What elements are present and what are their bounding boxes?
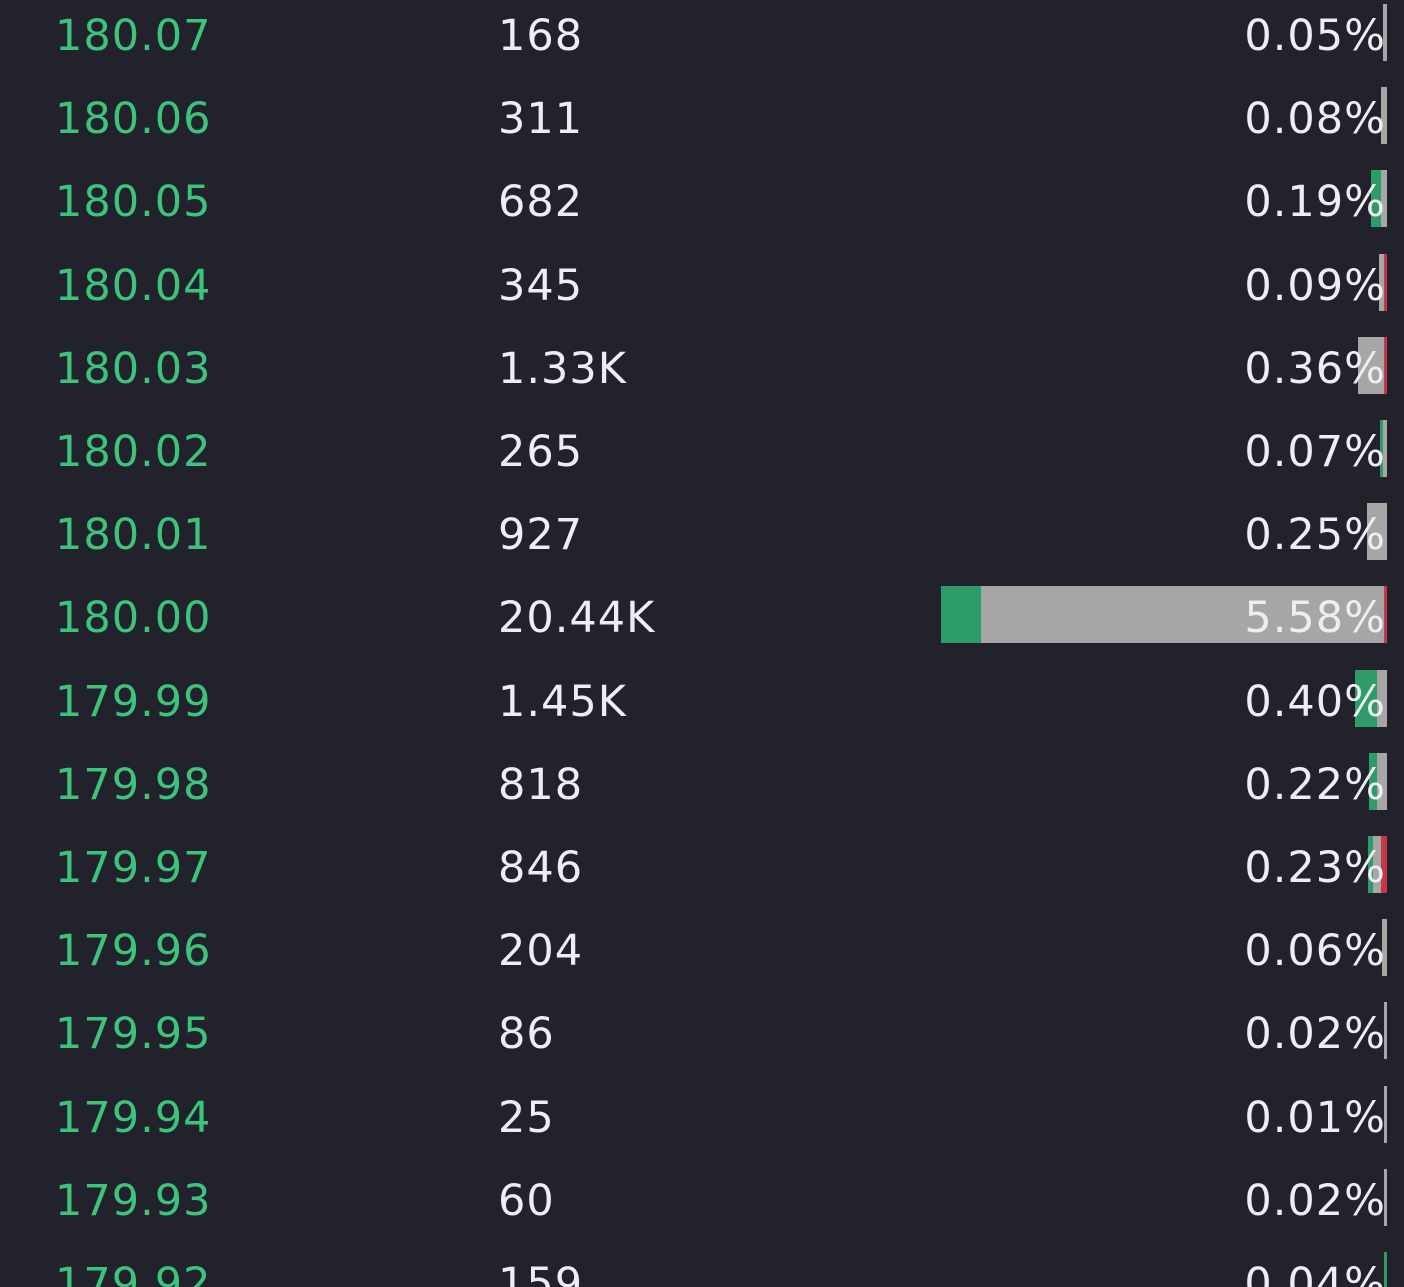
price-cell: 179.93 [55, 1176, 212, 1226]
price-cell: 179.95 [55, 1009, 212, 1059]
price-cell: 180.06 [55, 94, 212, 144]
order-book-row[interactable]: 179.98 818 0.22% [0, 749, 1404, 832]
order-book-row[interactable]: 179.97 846 0.23% [0, 832, 1404, 915]
volume-cell: 927 [498, 510, 584, 560]
order-book-row[interactable]: 179.95 86 0.02% [0, 998, 1404, 1081]
order-book-row[interactable]: 180.04 345 0.09% [0, 250, 1404, 333]
price-cell: 179.94 [55, 1093, 212, 1143]
order-book-row[interactable]: 180.07 168 0.05% [0, 0, 1404, 83]
order-book-row[interactable]: 179.93 60 0.02% [0, 1165, 1404, 1248]
volume-cell: 265 [498, 427, 584, 477]
percent-cell: 0.06% [1244, 926, 1386, 976]
volume-cell: 204 [498, 926, 584, 976]
order-book-row[interactable]: 180.01 927 0.25% [0, 499, 1404, 582]
order-book-row[interactable]: 180.00 20.44K 5.58% [0, 582, 1404, 665]
order-book-row[interactable]: 180.03 1.33K 0.36% [0, 333, 1404, 416]
volume-cell: 1.45K [498, 677, 627, 727]
volume-cell: 1.33K [498, 344, 627, 394]
volume-cell: 60 [498, 1176, 555, 1226]
volume-cell: 86 [498, 1009, 555, 1059]
order-book-row[interactable]: 179.94 25 0.01% [0, 1082, 1404, 1165]
order-book-row[interactable]: 180.02 265 0.07% [0, 416, 1404, 499]
volume-cell: 168 [498, 11, 584, 61]
volume-cell: 311 [498, 94, 584, 144]
percent-cell: 0.09% [1244, 261, 1386, 311]
percent-cell: 0.40% [1244, 677, 1386, 727]
order-book-row[interactable]: 180.05 682 0.19% [0, 166, 1404, 249]
price-cell: 180.04 [55, 261, 212, 311]
price-cell: 180.07 [55, 11, 212, 61]
order-book-row[interactable]: 179.96 204 0.06% [0, 915, 1404, 998]
order-book-row[interactable]: 179.99 1.45K 0.40% [0, 666, 1404, 749]
percent-cell: 0.02% [1244, 1009, 1386, 1059]
percent-cell: 0.05% [1244, 11, 1386, 61]
percent-cell: 0.07% [1244, 427, 1386, 477]
percent-cell: 0.08% [1244, 94, 1386, 144]
order-book-row[interactable]: 180.06 311 0.08% [0, 83, 1404, 166]
percent-cell: 0.19% [1244, 177, 1386, 227]
price-cell: 180.05 [55, 177, 212, 227]
percent-cell: 0.01% [1244, 1093, 1386, 1143]
order-book-row[interactable]: 179.92 159 0.04% [0, 1248, 1404, 1287]
price-cell: 179.96 [55, 926, 212, 976]
percent-cell: 0.22% [1244, 760, 1386, 810]
volume-cell: 818 [498, 760, 584, 810]
percent-cell: 0.04% [1244, 1259, 1386, 1287]
price-cell: 180.00 [55, 593, 212, 643]
price-cell: 179.98 [55, 760, 212, 810]
percent-cell: 0.36% [1244, 344, 1386, 394]
volume-cell: 846 [498, 843, 584, 893]
percent-cell: 0.02% [1244, 1176, 1386, 1226]
depth-bar-segment-green [941, 586, 981, 643]
price-cell: 180.01 [55, 510, 212, 560]
volume-cell: 682 [498, 177, 584, 227]
volume-cell: 159 [498, 1259, 584, 1287]
price-cell: 179.99 [55, 677, 212, 727]
percent-cell: 0.25% [1244, 510, 1386, 560]
percent-cell: 5.58% [1244, 593, 1386, 643]
price-cell: 180.03 [55, 344, 212, 394]
price-cell: 180.02 [55, 427, 212, 477]
volume-cell: 20.44K [498, 593, 656, 643]
percent-cell: 0.23% [1244, 843, 1386, 893]
price-cell: 179.97 [55, 843, 212, 893]
order-book-list: 180.07 168 0.05% 180.06 311 0.08% 180.05 682 0.1… [0, 0, 1404, 1287]
volume-cell: 25 [498, 1093, 555, 1143]
price-cell: 179.92 [55, 1259, 212, 1287]
volume-cell: 345 [498, 261, 584, 311]
